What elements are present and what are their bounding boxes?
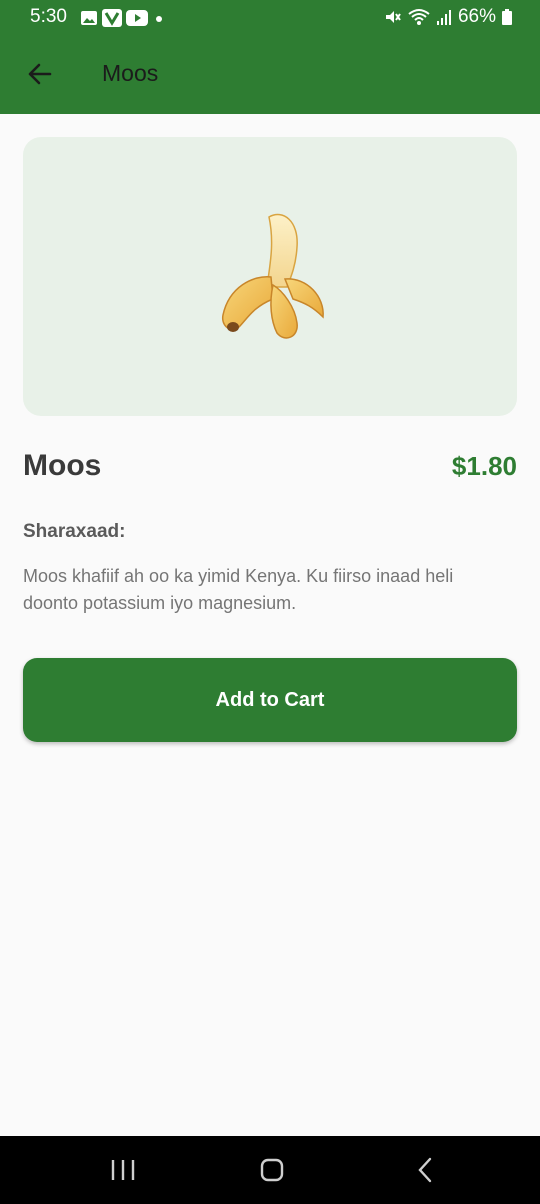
- youtube-icon: [126, 10, 148, 26]
- wifi-icon: [408, 9, 430, 25]
- v-app-icon: [102, 9, 122, 27]
- status-time: 5:30: [30, 6, 67, 27]
- product-image: [23, 137, 517, 416]
- add-to-cart-button[interactable]: Add to Cart: [23, 658, 517, 742]
- gallery-icon: [81, 11, 97, 25]
- page-title: Moos: [102, 60, 159, 86]
- status-bar: 5:30 66%: [0, 0, 540, 36]
- system-nav-bar: [0, 1136, 540, 1204]
- system-icons: 66%: [384, 6, 512, 28]
- app-header: 5:30 66% Moos: [0, 0, 540, 114]
- product-price: $1.80: [451, 451, 517, 481]
- dot-icon: [156, 16, 162, 22]
- recents-icon[interactable]: [110, 1156, 136, 1184]
- back-icon[interactable]: [412, 1156, 438, 1184]
- product-description: Moos khafiif ah oo ka yimid Kenya. Ku fi…: [23, 566, 454, 613]
- signal-icon: [436, 10, 451, 25]
- arrow-left-icon[interactable]: [24, 58, 56, 90]
- description-label: Sharaxaad:: [23, 521, 126, 542]
- mute-icon: [385, 11, 401, 23]
- notification-icons: [80, 9, 166, 27]
- banana-emoji: [221, 213, 324, 339]
- home-icon[interactable]: [259, 1156, 285, 1184]
- battery-percent: 66%: [457, 6, 496, 27]
- product-name: Moos: [23, 449, 102, 482]
- battery-icon: [502, 9, 512, 25]
